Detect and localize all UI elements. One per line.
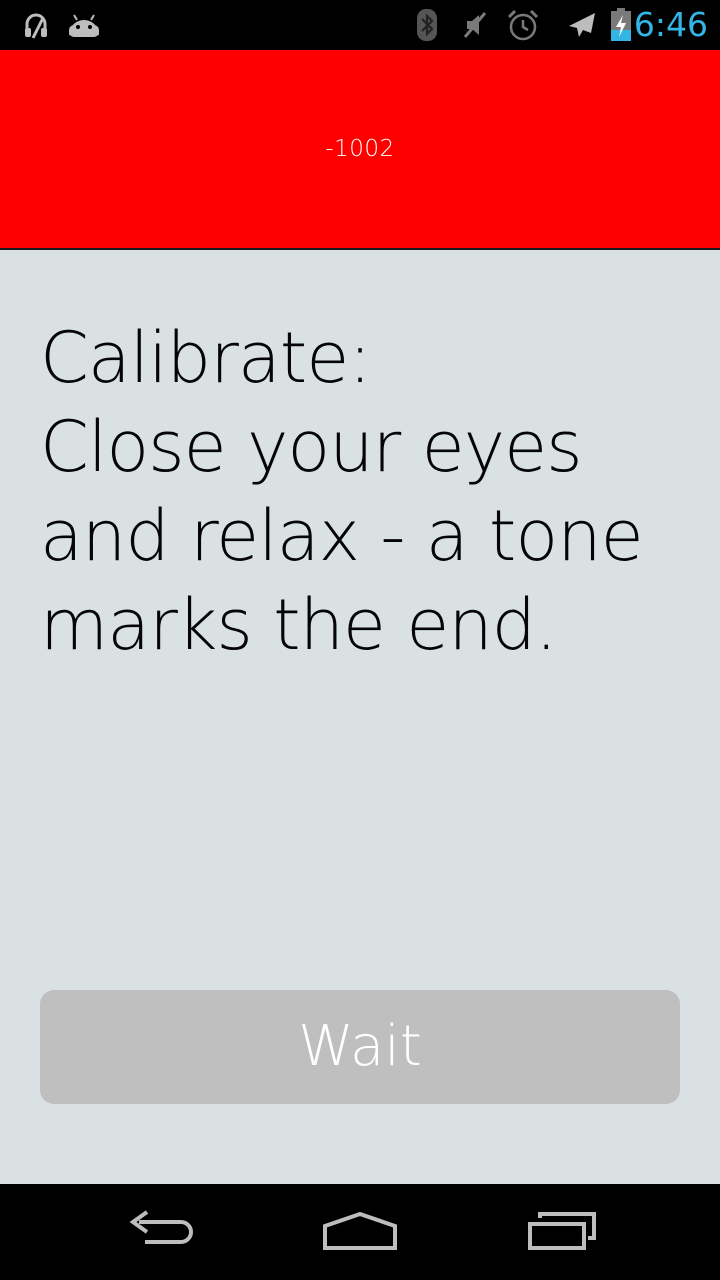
- wait-button[interactable]: Wait: [40, 990, 680, 1104]
- recent-apps-icon[interactable]: [502, 1202, 622, 1262]
- back-icon[interactable]: [100, 1202, 220, 1262]
- android-icon: [64, 9, 104, 41]
- calibration-instructions: Calibrate: Close your eyes and relax - a…: [40, 317, 644, 666]
- home-icon[interactable]: [300, 1202, 420, 1262]
- mute-icon: [458, 9, 492, 41]
- bluetooth-icon: [412, 9, 442, 41]
- airplane-mode-icon: [564, 9, 598, 41]
- signal-value: -1002: [325, 136, 395, 162]
- battery-charging-icon: [608, 8, 634, 41]
- main-content: Calibrate: Close your eyes and relax - a…: [0, 250, 720, 1184]
- status-bar: 6:46: [0, 0, 720, 50]
- status-time: 6:46: [633, 5, 708, 44]
- navigation-bar: [0, 1184, 720, 1280]
- signal-header: -1002: [0, 50, 720, 250]
- headset-icon: [20, 9, 52, 41]
- alarm-icon: [504, 9, 542, 41]
